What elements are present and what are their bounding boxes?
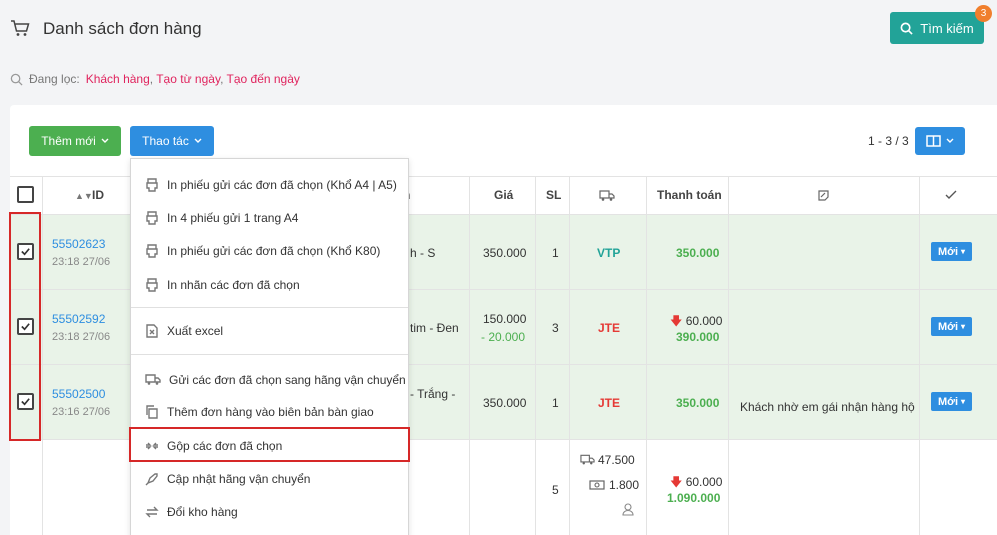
status-dropdown[interactable]: Mới ▾ [931,317,972,336]
menu-item-update-shipper[interactable]: Cập nhật hãng vận chuyển [131,464,408,494]
filter-to-date[interactable]: Tạo đến ngày [227,72,300,86]
select-all-checkbox[interactable] [17,186,34,203]
price: 150.000 [483,312,527,326]
menu-item-send-to-shipper[interactable]: Gửi các đơn đã chọn sang hãng vận chuyển [131,365,408,395]
actions-button[interactable]: Thao tác [130,126,214,156]
shipper-name: VTP [597,246,621,260]
search-button-label: Tìm kiếm [920,20,974,36]
column-header-id[interactable]: ▲▼ [75,188,93,202]
printer-icon [146,278,158,292]
copy-icon [146,405,158,419]
status-dropdown[interactable]: Mới ▾ [931,392,972,411]
shipper-name: JTE [598,396,621,410]
search-button[interactable]: Tìm kiếm [890,12,984,44]
product-name: h - S [410,246,436,260]
note-icon [818,190,829,201]
order-date: 23:18 27/06 [52,256,111,268]
rocket-icon [145,473,158,486]
truck-icon [599,190,615,201]
status-dropdown[interactable]: Mới ▾ [931,242,972,261]
truck-icon [145,374,161,385]
page-header: Danh sách đơn hàng [0,0,997,60]
order-date: 23:16 27/06 [52,406,111,418]
total-ship-fee: 47.500 [598,453,635,467]
filter-summary: Đang lọc: Khách hàng, Tạo từ ngày, Tạo đ… [10,72,300,86]
filter-customer[interactable]: Khách hàng [86,72,150,86]
total-payment: 1.090.000 [667,491,721,505]
product-name: tim - Đen [410,321,459,335]
columns-icon [926,135,941,147]
shipper-name: JTE [598,321,621,335]
cart-icon [11,20,30,36]
quantity: 1 [552,246,559,260]
order-id-link[interactable]: 55502623 [52,237,105,251]
excel-icon [146,324,158,338]
column-header-payment: Thanh toán [657,188,722,202]
payment-amount: 350.000 [676,396,720,410]
total-cod-fee: 1.800 [609,478,640,492]
checkbox-highlight [9,212,41,441]
order-id-link[interactable]: 55502592 [52,312,105,326]
user-icon [622,503,634,516]
printer-icon [146,178,158,192]
column-header-qty: SL [546,188,562,202]
search-icon [10,73,23,86]
menu-item-print-4-per-page[interactable]: In 4 phiếu gửi 1 trang A4 [131,203,408,233]
status-label: Mới [937,245,959,258]
arrow-down-icon: 🡇 [670,314,683,328]
search-icon [900,22,913,35]
menu-item-change-warehouse[interactable]: Đổi kho hàng [131,497,408,527]
price: 350.000 [483,246,527,260]
actions-label: Thao tác [142,134,189,148]
printer-icon [146,211,158,225]
search-count-badge: 3 [975,5,992,22]
menu-item-print-a4-a5[interactable]: In phiếu gửi các đơn đã chọn (Khổ A4 | A… [131,170,408,200]
swap-icon [145,506,159,518]
menu-item-print-k80[interactable]: In phiếu gửi các đơn đã chọn (Khổ K80) [131,236,408,266]
total-quantity: 5 [552,483,559,497]
pagination-text: 1 - 3 / 3 [868,134,909,148]
order-id-link[interactable]: 55502500 [52,387,105,401]
payment-amount: 350.000 [676,246,720,260]
column-header-price: Giá [494,188,514,202]
chevron-down-icon [946,138,954,143]
quantity: 3 [552,321,559,335]
menu-item-export-excel[interactable]: Xuất excel [131,316,408,346]
chevron-down-icon [194,138,202,143]
menu-item-add-to-handover[interactable]: Thêm đơn hàng vào biên bản bàn giao [131,397,408,427]
chevron-down-icon [101,138,109,143]
filter-from-date[interactable]: Tạo từ ngày [156,72,220,86]
add-new-button[interactable]: Thêm mới [29,126,121,156]
arrow-down-icon: 🡇 [670,475,683,489]
order-note: Khách nhờ em gái nhận hàng hộ [740,400,915,414]
column-toggle-button[interactable] [915,127,965,155]
product-name: - Trắng - [410,387,456,401]
quantity: 1 [552,396,559,410]
status-label: Mới [937,395,959,408]
page-title: Danh sách đơn hàng [43,19,202,38]
cash-icon [589,480,605,490]
payment-amount: 390.000 [676,330,720,344]
filter-prefix: Đang lọc: [29,72,80,86]
check-icon [945,190,957,199]
menu-item-print-labels[interactable]: In nhãn các đơn đã chọn [131,270,408,300]
truck-icon [580,454,595,465]
price: 350.000 [483,396,527,410]
printer-icon [146,244,158,258]
actions-dropdown-menu: In phiếu gửi các đơn đã chọn (Khổ A4 | A… [130,158,409,535]
column-header-id-label: ID [92,188,104,202]
merge-item-highlight [129,427,410,462]
add-new-label: Thêm mới [41,134,96,148]
order-date: 23:18 27/06 [52,331,111,343]
price-discount: - 20.000 [481,330,526,344]
status-label: Mới [937,320,959,333]
